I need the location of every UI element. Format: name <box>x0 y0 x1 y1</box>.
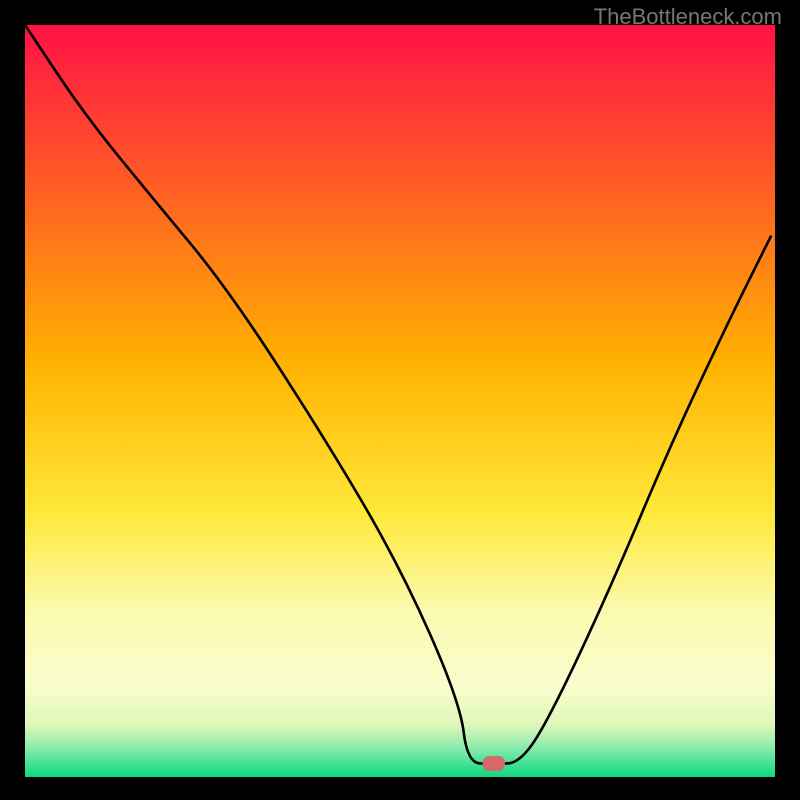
chart-svg <box>25 25 775 777</box>
watermark-text: TheBottleneck.com <box>594 4 782 30</box>
chart-plot-area <box>25 25 775 777</box>
current-point-marker <box>483 756 506 771</box>
chart-background-gradient <box>25 25 775 777</box>
